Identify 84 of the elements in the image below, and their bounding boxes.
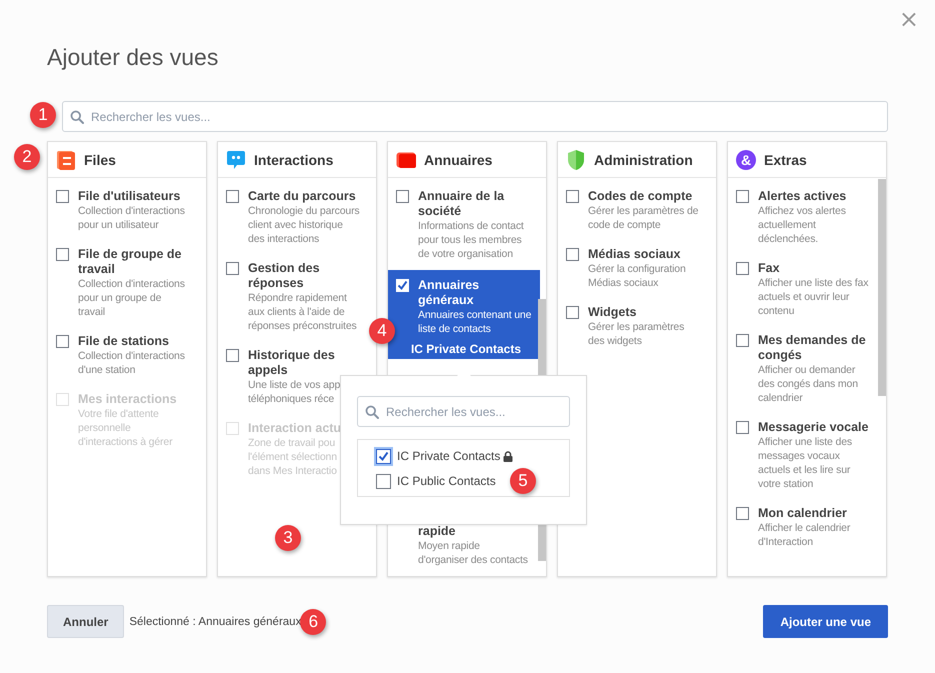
view-description: Votre file d'attente personnelle d'interactions à gérer <box>78 407 174 449</box>
view-title: File de groupe de travail <box>78 247 182 277</box>
view-title: rapide <box>418 524 457 539</box>
checkbox[interactable] <box>736 262 749 275</box>
view-description: Collection d'interactions d'une station <box>78 349 186 377</box>
checkbox[interactable] <box>56 335 69 348</box>
view-description: Afficher le calendrier d'Interaction <box>758 521 852 549</box>
checkbox[interactable] <box>226 262 239 275</box>
view-description: Informations de contact pour tous les membres de votre organisation <box>418 219 525 261</box>
category-title: Extras <box>764 152 807 168</box>
view-title: Messagerie vocale <box>758 420 870 435</box>
checkbox[interactable] <box>56 190 69 203</box>
view-title: Codes de compte <box>588 189 694 204</box>
checkbox[interactable] <box>396 190 409 203</box>
view-description: Gérer la configuration Médias sociaux <box>588 262 687 290</box>
cancel-button[interactable]: Annuler <box>47 605 124 638</box>
view-title: Mes demandes de congés <box>758 333 867 363</box>
checkbox[interactable] <box>736 421 749 434</box>
view-title: Gestion des réponses <box>248 261 321 291</box>
number-badge: 6 <box>300 608 326 634</box>
add-view-button[interactable]: Ajouter une vue <box>763 605 888 638</box>
view-description: Zone de travail pou l'élément sélectionn dans Mes Interactio <box>248 436 338 478</box>
checkbox[interactable] <box>566 306 579 319</box>
selected-view-item[interactable]: Annuaires généraux Annuaires contenant une liste de contacts IC Private Contacts <box>388 270 540 359</box>
view-title: Alertes actives <box>758 189 848 204</box>
view-title: Mes interactions <box>78 392 178 407</box>
checkbox[interactable] <box>736 334 749 347</box>
view-description: Afficher une liste des messages vocaux actuels et les lire sur votre station <box>758 435 853 491</box>
chat-bubble-icon <box>226 150 246 170</box>
view-description: Répondre rapidement aux clients à l'aide de réponses préconstruites <box>248 291 358 333</box>
search-field[interactable]: Rechercher les vues... <box>357 396 570 427</box>
option-label: IC Public Contacts <box>397 474 496 488</box>
checkbox[interactable] <box>396 279 409 292</box>
view-title: File de stations <box>78 334 170 349</box>
view-title: Médias sociaux <box>588 247 682 262</box>
view-title: File d'utilisateurs <box>78 189 182 204</box>
number-badge: 1 <box>30 102 56 128</box>
sub-view-label: IC Private Contacts <box>410 342 522 356</box>
checkbox[interactable] <box>376 474 391 489</box>
ampersand-icon: & <box>736 150 756 170</box>
checkbox[interactable] <box>226 349 239 362</box>
category-title: Annuaires <box>424 152 492 168</box>
view-description: Afficher ou demander des congés dans mon calendrier <box>758 363 859 405</box>
view-description: Gérer les paramètres des widgets <box>588 320 686 348</box>
view-description: Gérer les paramètres de code de compte <box>588 204 700 232</box>
view-description: Afficher une liste des fax actuels et ouvrir leur contenu <box>758 276 870 318</box>
category-title: Interactions <box>254 152 334 168</box>
checkbox[interactable] <box>566 190 579 203</box>
selection-status: Sélectionné : Annuaires généraux <box>129 616 302 628</box>
view-title: Annuaires généraux <box>418 278 480 308</box>
number-badge: 2 <box>14 144 40 170</box>
option-label: IC Private Contacts <box>397 449 500 463</box>
search-icon <box>70 110 84 124</box>
shield-icon <box>566 148 586 170</box>
search-icon <box>365 405 379 419</box>
view-description: Annuaires contenant une liste de contacts <box>418 308 532 336</box>
checkbox[interactable] <box>736 507 749 520</box>
category-title: Administration <box>594 152 693 168</box>
number-badge: 3 <box>275 525 301 551</box>
view-title: Annuaire de la société <box>418 189 506 219</box>
checkbox[interactable] <box>56 248 69 261</box>
checkbox[interactable] <box>376 449 391 464</box>
view-description: Collection d'interactions pour un utilisateur <box>78 204 186 232</box>
checkbox[interactable] <box>566 248 579 261</box>
checkbox[interactable] <box>736 190 749 203</box>
view-title: Carte du parcours <box>248 189 357 204</box>
scrollbar-thumb[interactable] <box>878 179 886 396</box>
search-field[interactable]: Rechercher les vues... <box>62 101 888 132</box>
view-description: Chronologie du parcours client avec historique des interactions <box>248 204 360 246</box>
dialog-title: Ajouter des vues <box>47 43 220 72</box>
view-title: Historique des appels <box>248 348 336 378</box>
category-title: Files <box>84 152 116 168</box>
view-description: Affichez vos alertes actuellement déclenchées. <box>758 204 847 246</box>
book-icon <box>396 152 416 168</box>
view-title: Fax <box>758 261 781 276</box>
view-description: Moyen rapide d'organiser des contacts <box>418 539 529 567</box>
number-badge: 5 <box>510 468 536 494</box>
view-description: Une liste de vos app téléphoniques réce <box>248 378 342 406</box>
document-icon <box>56 150 76 170</box>
view-title: Widgets <box>588 305 638 320</box>
checkbox[interactable] <box>226 190 239 203</box>
view-description: Collection d'interactions pour un groupe de travail <box>78 277 186 319</box>
view-title: Mon calendrier <box>758 506 848 521</box>
view-title: Interaction actu <box>248 421 342 436</box>
